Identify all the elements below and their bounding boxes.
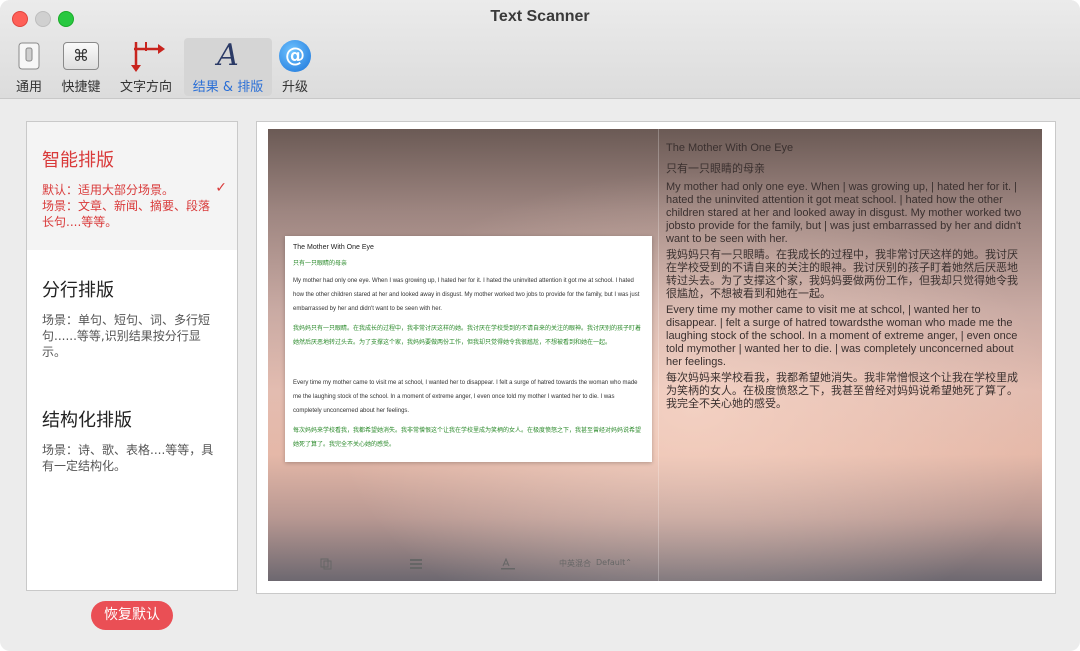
result-paragraph-zh: 我妈妈只有一只眼睛。在我成长的过程中，我非常讨厌这样的她。我讨厌在学校受到的不请… bbox=[666, 249, 1018, 300]
command-key-icon: ⌘ bbox=[58, 38, 104, 74]
option-title: 分行排版 bbox=[42, 280, 114, 301]
checkmark-icon: ✓ bbox=[215, 180, 227, 196]
layout-options-list: 智能排版 默认：适用大部分场景。 场景：文章、新闻、摘要、段落长句....等等。… bbox=[26, 121, 238, 591]
source-text-card: The Mother With One Eye 只有一只眼睛的母亲 My mot… bbox=[285, 236, 652, 462]
font-select[interactable]: Default⌃ bbox=[596, 558, 632, 567]
copy-icon[interactable] bbox=[320, 558, 332, 572]
tab-results-layout-label: 结果 & 排版 bbox=[192, 80, 264, 95]
card-title: The Mother With One Eye bbox=[293, 244, 374, 251]
tab-results-layout[interactable]: A 结果 & 排版 bbox=[184, 38, 272, 96]
tab-general-label: 通用 bbox=[15, 80, 42, 95]
tab-upgrade[interactable]: @ 升级 bbox=[276, 38, 314, 96]
card-paragraph-zh: 我妈妈只有一只眼睛。在我成长的过程中，我非常讨厌这样的她。我讨厌在学校受到的不请… bbox=[293, 326, 642, 346]
option-title: 智能排版 bbox=[42, 150, 114, 171]
result-title: The Mother With One Eye bbox=[666, 142, 794, 154]
option-line-layout[interactable]: 分行排版 场景：单句、短句、词、多行短句......等等,识别结果按分行显示。 bbox=[27, 250, 237, 380]
upgrade-at-icon: @ bbox=[276, 38, 314, 74]
text-direction-arrows-icon bbox=[114, 38, 178, 74]
tab-upgrade-label: 升级 bbox=[281, 80, 308, 95]
tab-text-direction[interactable]: 文字方向 bbox=[114, 38, 178, 96]
card-paragraph-en: My mother had only one eye. When I was g… bbox=[293, 278, 640, 312]
result-paragraph-zh: 每次妈妈来学校看我，我都希望她消失。我非常憎恨这个让我在学校里成为笑柄的女人。在… bbox=[666, 372, 1018, 410]
window-title: Text Scanner bbox=[490, 8, 590, 25]
list-layout-icon[interactable] bbox=[410, 558, 422, 572]
language-select[interactable]: 中英混合 bbox=[559, 558, 591, 569]
preview-image: The Mother With One Eye 只有一只眼睛的母亲 My mot… bbox=[268, 129, 1042, 581]
app-window: Text Scanner 通用 ⌘ 快捷键 文字方向 A 结果 & 排版 @ 升… bbox=[0, 0, 1080, 651]
card-paragraph-zh: 每次妈妈来学校看我，我都希望她消失。我非常憎恨这个让我在学校里成为笑柄的女人。在… bbox=[293, 428, 642, 448]
tab-shortcuts-label: 快捷键 bbox=[61, 80, 101, 95]
toolbar: Text Scanner 通用 ⌘ 快捷键 文字方向 A 结果 & 排版 @ 升… bbox=[0, 0, 1080, 99]
option-desc: 场景：诗、歌、表格....等等，具有一定结构化。 bbox=[42, 443, 214, 473]
preview-frame: The Mother With One Eye 只有一只眼睛的母亲 My mot… bbox=[256, 121, 1056, 594]
reset-defaults-button[interactable]: 恢复默认 bbox=[91, 601, 173, 630]
tab-text-direction-label: 文字方向 bbox=[119, 80, 172, 95]
card-subtitle: 只有一只眼睛的母亲 bbox=[293, 261, 348, 267]
result-paragraph-en: My mother had only one eye. When | was g… bbox=[666, 181, 1022, 245]
text-format-icon[interactable] bbox=[501, 557, 515, 572]
font-a-icon: A bbox=[217, 38, 239, 73]
card-paragraph-en: Every time my mother came to visit me at… bbox=[293, 380, 638, 414]
option-desc: 默认：适用大部分场景。 场景：文章、新闻、摘要、段落长句....等等。 bbox=[42, 183, 211, 229]
option-desc: 场景：单句、短句、词、多行短句......等等,识别结果按分行显示。 bbox=[42, 313, 211, 359]
result-subtitle: 只有一只眼睛的母亲 bbox=[666, 163, 765, 175]
tab-shortcuts[interactable]: ⌘ 快捷键 bbox=[58, 38, 104, 96]
option-structured-layout[interactable]: 结构化排版 场景：诗、歌、表格....等等，具有一定结构化。 bbox=[27, 380, 237, 510]
tab-general[interactable]: 通用 bbox=[10, 38, 48, 96]
option-smart-layout[interactable]: 智能排版 默认：适用大部分场景。 场景：文章、新闻、摘要、段落长句....等等。… bbox=[27, 122, 237, 250]
general-switch-icon bbox=[10, 38, 48, 74]
option-title: 结构化排版 bbox=[42, 410, 132, 431]
result-paragraph-en: Every time my mother came to visit me at… bbox=[666, 304, 1018, 368]
